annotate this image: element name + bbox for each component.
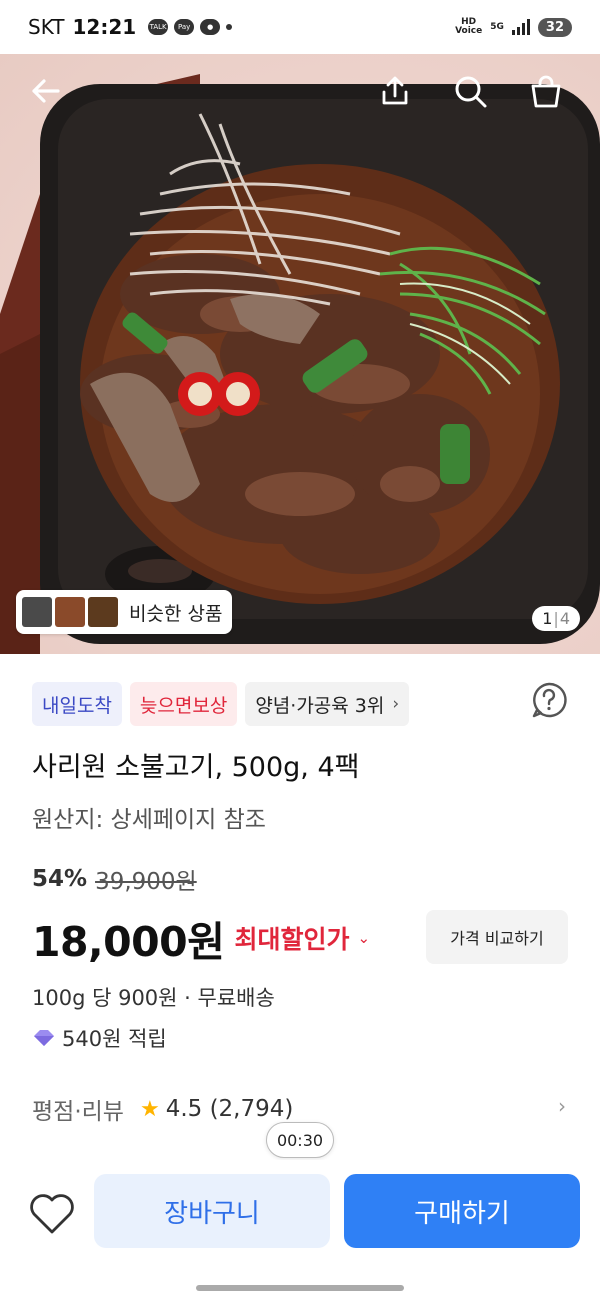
more-notifications-dot — [226, 24, 233, 30]
notification-icons: TALK Pay ● — [148, 19, 233, 35]
status-right: HD Voice 5G 32 — [455, 17, 572, 37]
discount-row: 54% 39,900원 — [32, 862, 197, 896]
points-gem-icon — [34, 1030, 54, 1046]
similar-thumb-2 — [55, 597, 85, 627]
battery-indicator: 32 — [537, 17, 572, 37]
delivery-badge: 내일도착 — [32, 682, 122, 726]
points-label: 540원 적립 — [62, 1027, 167, 1051]
sale-price: 18,000원 — [32, 918, 225, 966]
pay-notification-icon: Pay — [174, 19, 195, 35]
unit-price-shipping: 100g 당 900원 · 무료배송 — [32, 986, 275, 1010]
share-icon — [382, 76, 408, 105]
similar-thumb-1 — [22, 597, 52, 627]
late-compensation-badge: 늦으면보상 — [129, 682, 238, 726]
share-button[interactable] — [378, 74, 422, 118]
hero-toolbar — [0, 74, 600, 124]
shopping-bag-icon — [531, 75, 561, 108]
points-row: 540원 적립 — [32, 1023, 167, 1053]
similar-products-label: 비슷한 상품 — [129, 602, 223, 625]
clock: 12:21 — [72, 15, 137, 39]
star-icon: ★ — [139, 1096, 160, 1122]
signal-icon — [511, 19, 530, 35]
rating-value: 4.5 (2,794) — [165, 1096, 294, 1122]
back-button[interactable] — [28, 74, 72, 118]
heart-icon — [30, 1194, 74, 1234]
status-bar: SKT 12:21 TALK Pay ● HD Voice 5G 32 — [0, 0, 600, 54]
badge-row: 내일도착 늦으면보상 양념·가공육 3위 › — [32, 682, 410, 726]
product-image-carousel[interactable]: 비슷한 상품 1|4 — [0, 54, 600, 654]
page-total: 4 — [559, 609, 570, 628]
wishlist-button[interactable] — [28, 1192, 76, 1236]
search-button[interactable] — [453, 74, 497, 118]
discount-percent: 54% — [32, 866, 88, 892]
product-title: 사리원 소불고기, 500g, 4팩 — [32, 752, 360, 783]
ranking-label: 양념·가공육 3위 — [255, 694, 385, 717]
chevron-right-icon: › — [392, 694, 400, 714]
similar-thumb-3 — [88, 597, 118, 627]
chat-notification-icon: ● — [200, 19, 221, 35]
timer-badge: 00:30 — [266, 1122, 334, 1158]
buy-now-button[interactable]: 구매하기 — [344, 1174, 580, 1248]
help-icon[interactable] — [530, 681, 568, 719]
rating-label: 평점·리뷰 — [32, 1099, 124, 1125]
price-compare-button[interactable]: 가격 비교하기 — [426, 910, 568, 964]
max-discount-label[interactable]: 최대할인가 — [234, 920, 349, 956]
status-left: SKT 12:21 TALK Pay ● — [28, 15, 233, 39]
rating-review-row[interactable]: 평점·리뷰 ★ 4.5 (2,794) › — [32, 1092, 572, 1126]
price-row: 18,000원 최대할인가 ⌄ — [32, 908, 370, 968]
carrier-label: SKT — [28, 15, 65, 39]
add-to-cart-button[interactable]: 장바구니 — [94, 1174, 330, 1248]
product-photo — [0, 74, 600, 654]
back-arrow-icon — [32, 79, 60, 103]
hd-voice-icon: HD Voice — [455, 17, 483, 36]
cart-icon-button[interactable] — [528, 74, 572, 118]
network-type-label: 5G — [490, 21, 504, 32]
chevron-right-icon: › — [558, 1094, 566, 1118]
talk-notification-icon: TALK — [148, 19, 169, 35]
chevron-down-icon[interactable]: ⌄ — [357, 929, 370, 947]
similar-products-chip[interactable]: 비슷한 상품 — [16, 590, 233, 634]
bottom-action-bar: 장바구니 구매하기 — [0, 1160, 600, 1260]
home-indicator[interactable] — [196, 1285, 404, 1291]
search-icon — [455, 76, 487, 108]
image-page-indicator: 1|4 — [532, 606, 580, 631]
original-price: 39,900원 — [95, 869, 197, 895]
page-current: 1 — [542, 609, 553, 628]
ranking-badge[interactable]: 양념·가공육 3위 › — [245, 682, 410, 726]
product-origin: 원산지: 상세페이지 참조 — [32, 807, 266, 833]
